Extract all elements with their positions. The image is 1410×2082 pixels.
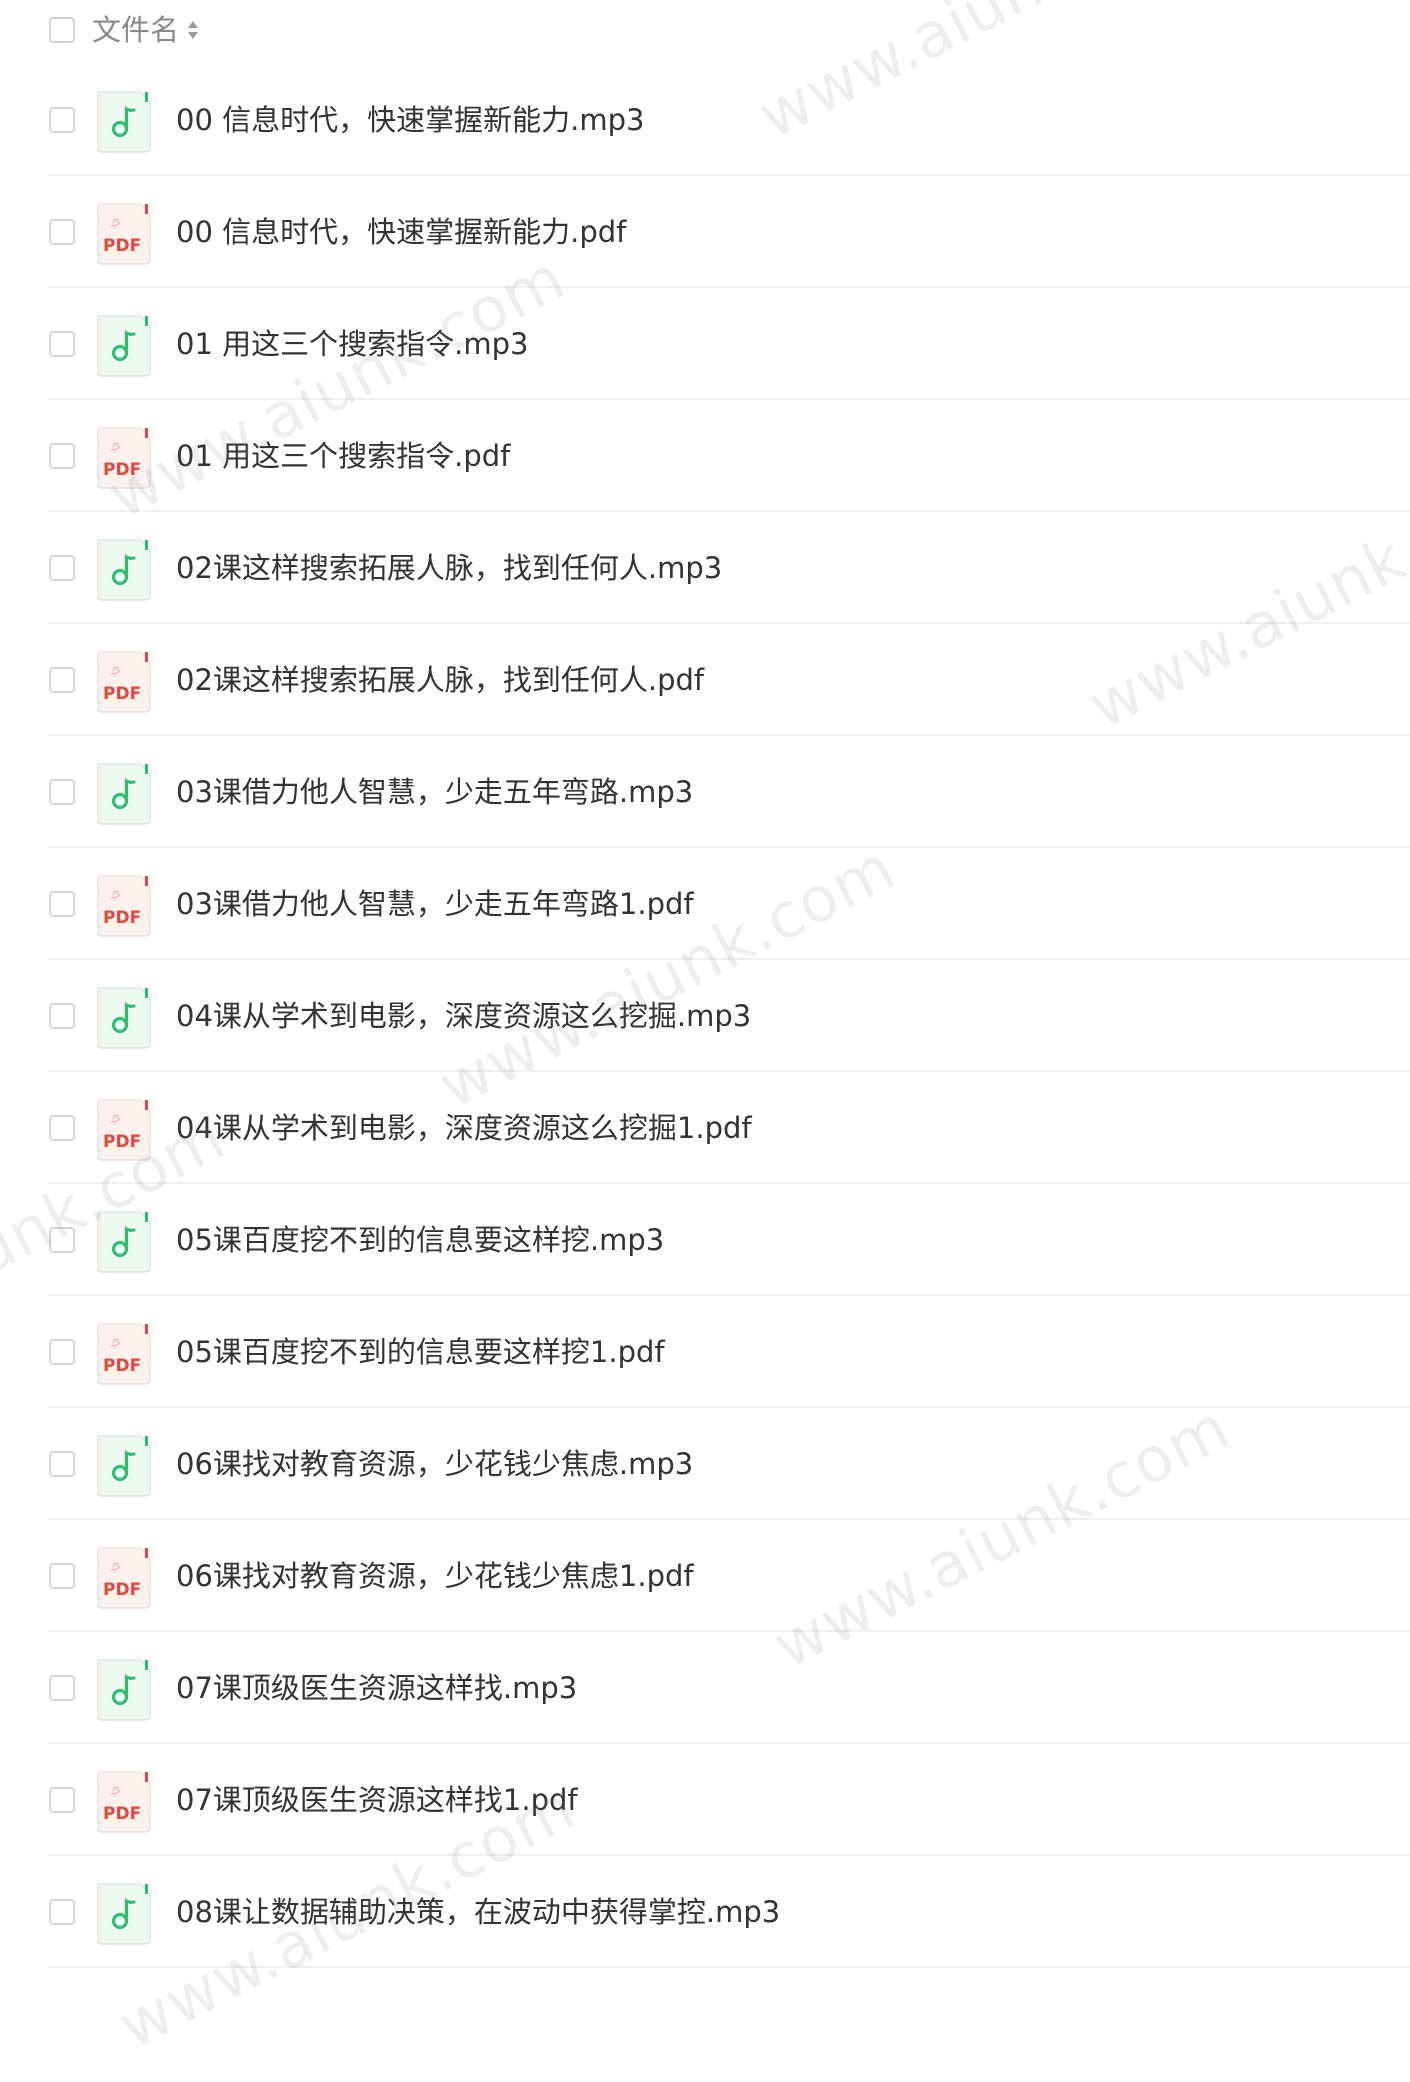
file-name[interactable]: 00 信息时代，快速掌握新能力.mp3 [176,98,644,142]
row-divider [48,1966,1410,1968]
row-checkbox[interactable] [49,331,75,357]
row-checkbox[interactable] [49,219,75,245]
pdf-badge-label: PDF [103,684,141,704]
file-name[interactable]: 06课找对教育资源，少花钱少焦虑1.pdf [176,1554,694,1598]
pdf-badge-label: PDF [103,908,141,928]
row-checkbox[interactable] [49,1451,75,1477]
pdf-badge-label: PDF [103,1132,141,1152]
file-name[interactable]: 03课借力他人智慧，少走五年弯路.mp3 [176,770,693,814]
pdf-file-icon: PDF [97,1323,151,1385]
file-row[interactable]: PDF 06课找对教育资源，少花钱少焦虑1.pdf [0,1520,1410,1632]
music-note-icon [97,987,151,1049]
file-row[interactable]: 05课百度挖不到的信息要这样挖.mp3 [0,1184,1410,1296]
row-checkbox[interactable] [49,555,75,581]
pdf-file-icon: PDF [97,1771,151,1833]
file-name[interactable]: 07课顶级医生资源这样找1.pdf [176,1778,578,1822]
row-checkbox[interactable] [49,1787,75,1813]
file-row[interactable]: PDF 02课这样搜索拓展人脉，找到任何人.pdf [0,624,1410,736]
pdf-badge-label: PDF [103,1804,141,1824]
pdf-file-icon: PDF [97,203,151,265]
pdf-file-icon: PDF [97,875,151,937]
music-note-icon [97,315,151,377]
file-row[interactable]: PDF 03课借力他人智慧，少走五年弯路1.pdf [0,848,1410,960]
file-name[interactable]: 06课找对教育资源，少花钱少焦虑.mp3 [176,1442,693,1486]
file-list-header: 文件名 [0,0,1410,60]
file-name[interactable]: 04课从学术到电影，深度资源这么挖掘.mp3 [176,994,751,1038]
pdf-badge-label: PDF [103,460,141,480]
pdf-file-icon: PDF [97,1099,151,1161]
file-row[interactable]: 08课让数据辅助决策，在波动中获得掌控.mp3 [0,1856,1410,1968]
file-row[interactable]: 02课这样搜索拓展人脉，找到任何人.mp3 [0,512,1410,624]
file-name[interactable]: 05课百度挖不到的信息要这样挖.mp3 [176,1218,664,1262]
file-row[interactable]: 01 用这三个搜索指令.mp3 [0,288,1410,400]
row-checkbox[interactable] [49,891,75,917]
pdf-badge-label: PDF [103,236,141,256]
row-checkbox[interactable] [49,1339,75,1365]
filename-column-header[interactable]: 文件名 [92,10,179,50]
file-row[interactable]: 07课顶级医生资源这样找.mp3 [0,1632,1410,1744]
file-row[interactable]: 00 信息时代，快速掌握新能力.mp3 [0,64,1410,176]
row-checkbox[interactable] [49,443,75,469]
sort-icon[interactable] [186,19,200,41]
row-checkbox[interactable] [49,1675,75,1701]
file-name[interactable]: 02课这样搜索拓展人脉，找到任何人.pdf [176,658,704,702]
file-row[interactable]: PDF 01 用这三个搜索指令.pdf [0,400,1410,512]
file-row[interactable]: 03课借力他人智慧，少走五年弯路.mp3 [0,736,1410,848]
pdf-file-icon: PDF [97,1547,151,1609]
file-row[interactable]: PDF 00 信息时代，快速掌握新能力.pdf [0,176,1410,288]
file-name[interactable]: 02课这样搜索拓展人脉，找到任何人.mp3 [176,546,722,590]
row-checkbox[interactable] [49,1115,75,1141]
row-checkbox[interactable] [49,1563,75,1589]
file-name[interactable]: 01 用这三个搜索指令.mp3 [176,322,528,366]
file-name[interactable]: 05课百度挖不到的信息要这样挖1.pdf [176,1330,665,1374]
file-name[interactable]: 07课顶级医生资源这样找.mp3 [176,1666,577,1710]
file-name[interactable]: 08课让数据辅助决策，在波动中获得掌控.mp3 [176,1890,780,1934]
select-all-checkbox[interactable] [49,17,75,43]
file-name[interactable]: 04课从学术到电影，深度资源这么挖掘1.pdf [176,1106,752,1150]
file-row[interactable]: PDF 05课百度挖不到的信息要这样挖1.pdf [0,1296,1410,1408]
file-row[interactable]: PDF 04课从学术到电影，深度资源这么挖掘1.pdf [0,1072,1410,1184]
music-note-icon [97,539,151,601]
file-row[interactable]: 06课找对教育资源，少花钱少焦虑.mp3 [0,1408,1410,1520]
music-note-icon [97,1211,151,1273]
music-note-icon [97,91,151,153]
pdf-badge-label: PDF [103,1356,141,1376]
file-name[interactable]: 00 信息时代，快速掌握新能力.pdf [176,210,626,254]
row-checkbox[interactable] [49,1899,75,1925]
file-name[interactable]: 03课借力他人智慧，少走五年弯路1.pdf [176,882,694,926]
music-note-icon [97,1435,151,1497]
row-checkbox[interactable] [49,779,75,805]
file-row[interactable]: 04课从学术到电影，深度资源这么挖掘.mp3 [0,960,1410,1072]
file-row[interactable]: PDF 07课顶级医生资源这样找1.pdf [0,1744,1410,1856]
row-checkbox[interactable] [49,1003,75,1029]
row-checkbox[interactable] [49,107,75,133]
row-checkbox[interactable] [49,667,75,693]
pdf-file-icon: PDF [97,427,151,489]
music-note-icon [97,1659,151,1721]
music-note-icon [97,1883,151,1945]
row-checkbox[interactable] [49,1227,75,1253]
pdf-file-icon: PDF [97,651,151,713]
music-note-icon [97,763,151,825]
pdf-badge-label: PDF [103,1580,141,1600]
file-name[interactable]: 01 用这三个搜索指令.pdf [176,434,510,478]
